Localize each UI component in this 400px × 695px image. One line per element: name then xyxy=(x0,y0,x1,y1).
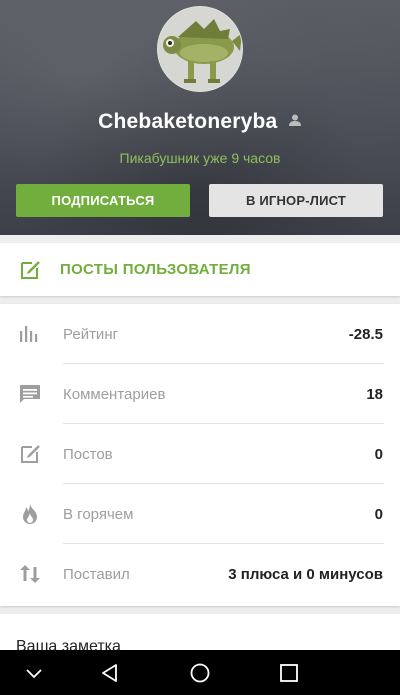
edit-icon xyxy=(18,442,42,471)
fire-icon xyxy=(18,502,42,531)
chevron-down-icon[interactable] xyxy=(23,662,45,684)
subscribe-button[interactable]: ПОДПИСАТЬСЯ xyxy=(16,184,190,217)
stat-label: Комментариев xyxy=(63,386,166,403)
back-triangle-icon[interactable] xyxy=(99,662,121,684)
stat-value: -28.5 xyxy=(348,326,383,343)
stat-label: В горячем xyxy=(63,506,134,523)
stat-row-hot: В горячем 0 xyxy=(0,484,400,544)
user-posts-link[interactable]: ПОСТЫ ПОЛЬЗОВАТЕЛЯ xyxy=(0,243,400,296)
ignore-list-button[interactable]: В ИГНОР-ЛИСТ xyxy=(209,184,383,217)
bar-chart-icon xyxy=(18,322,42,351)
stat-label: Постов xyxy=(63,446,113,463)
stat-label: Поставил xyxy=(63,566,130,583)
stat-value: 18 xyxy=(366,386,383,403)
system-nav-bar xyxy=(0,650,400,695)
stat-row-comments: Комментариев 18 xyxy=(0,364,400,424)
profile-header: Chebaketoneryba Пикабушник уже 9 часов П… xyxy=(0,0,400,235)
fish-creature-avatar-image xyxy=(158,7,242,91)
note-card[interactable]: Ваша заметка xyxy=(0,614,400,655)
stats-card: Рейтинг -28.5 Комментариев 18 Постов 0 В… xyxy=(0,304,400,606)
avatar[interactable] xyxy=(157,6,243,92)
user-posts-label: ПОСТЫ ПОЛЬЗОВАТЕЛЯ xyxy=(60,261,251,278)
home-circle-icon[interactable] xyxy=(189,662,211,684)
stat-value: 0 xyxy=(374,506,383,523)
recents-square-icon[interactable] xyxy=(278,662,300,684)
stat-row-posts: Постов 0 xyxy=(0,424,400,484)
stat-label: Рейтинг xyxy=(63,326,119,343)
username-row: Chebaketoneryba xyxy=(0,110,400,134)
stat-row-voted: Поставил 3 плюса и 0 минусов xyxy=(0,544,400,604)
username: Chebaketoneryba xyxy=(98,110,278,133)
sort-arrows-icon xyxy=(18,562,42,591)
comment-icon xyxy=(18,382,42,411)
edit-icon xyxy=(18,258,42,287)
user-icon xyxy=(288,113,302,132)
stat-value: 3 плюса и 0 минусов xyxy=(228,566,383,583)
member-since: Пикабушник уже 9 часов xyxy=(119,150,281,166)
stat-row-rating: Рейтинг -28.5 xyxy=(0,304,400,364)
stat-value: 0 xyxy=(374,446,383,463)
